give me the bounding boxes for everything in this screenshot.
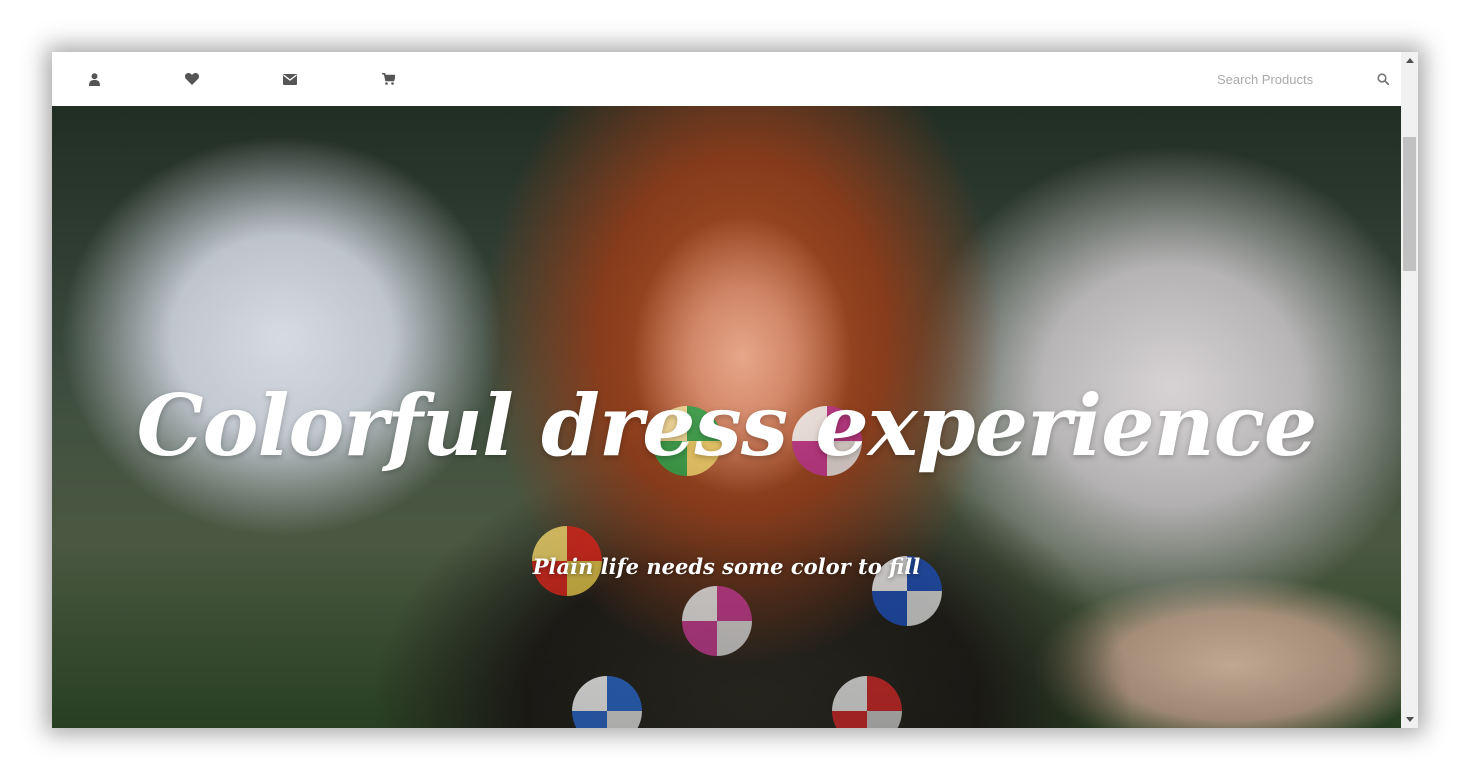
search-icon[interactable]: [1375, 71, 1391, 87]
hero-title: Colorful dress experience: [136, 376, 1318, 475]
top-navbar: [52, 52, 1401, 106]
page-viewport: Colorful dress experience Plain life nee…: [52, 52, 1401, 728]
scrollbar-thumb[interactable]: [1403, 137, 1416, 271]
hero-subtitle: Plain life needs some color to fill: [532, 554, 921, 579]
triangle-down-icon[interactable]: [1401, 711, 1418, 728]
vertical-scrollbar[interactable]: [1401, 52, 1418, 728]
browser-window: Colorful dress experience Plain life nee…: [52, 52, 1418, 728]
triangle-up-icon[interactable]: [1401, 52, 1418, 69]
cart-icon[interactable]: [380, 71, 396, 87]
search-bar: [1217, 67, 1391, 91]
envelope-icon[interactable]: [282, 71, 298, 87]
search-input[interactable]: [1217, 71, 1367, 87]
user-icon[interactable]: [86, 71, 102, 87]
hero-banner: Colorful dress experience Plain life nee…: [52, 106, 1401, 728]
heart-icon[interactable]: [184, 71, 200, 87]
